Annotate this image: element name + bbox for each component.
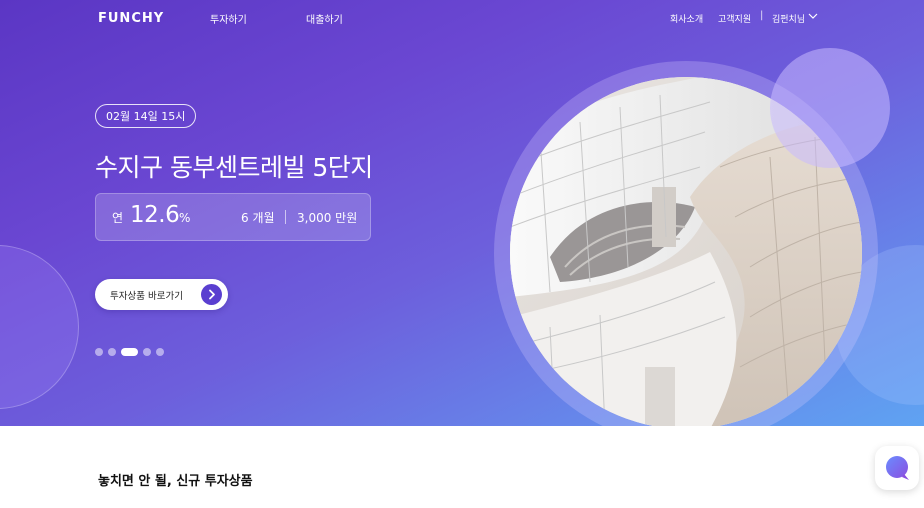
rate-label: 연 bbox=[112, 211, 124, 225]
top-nav: FUNCHY 투자하기 대출하기 회사소개 고객지원 | 김펀치님 bbox=[0, 0, 924, 36]
info-divider bbox=[285, 210, 286, 224]
nav-loan[interactable]: 대출하기 bbox=[306, 11, 343, 26]
decorative-circle-left bbox=[0, 245, 79, 409]
carousel-dot[interactable] bbox=[95, 348, 103, 356]
carousel-dot[interactable] bbox=[143, 348, 151, 356]
product-title: 수지구 동부센트레빌 5단지 bbox=[95, 153, 373, 182]
period: 6 개월 bbox=[241, 211, 275, 225]
rate-unit: % bbox=[179, 211, 191, 225]
carousel-dot-active[interactable] bbox=[121, 348, 138, 356]
chevron-down-icon[interactable] bbox=[808, 12, 818, 20]
nav-company[interactable]: 회사소개 bbox=[670, 12, 703, 25]
amount: 3,000 만원 bbox=[297, 211, 358, 225]
rate-value: 12.6 bbox=[130, 202, 180, 228]
carousel-dot[interactable] bbox=[108, 348, 116, 356]
nav-support[interactable]: 고객지원 bbox=[718, 12, 751, 25]
decorative-circle-top-right bbox=[770, 48, 890, 168]
chat-button[interactable] bbox=[875, 446, 919, 490]
chat-icon bbox=[886, 456, 909, 480]
arrow-right-icon bbox=[201, 284, 222, 305]
go-to-product-button[interactable]: 투자상품 바로가기 bbox=[95, 279, 228, 310]
carousel-dot[interactable] bbox=[156, 348, 164, 356]
logo[interactable]: FUNCHY bbox=[98, 11, 164, 26]
date-badge: 02월 14일 15시 bbox=[95, 104, 197, 128]
cta-label: 투자상품 바로가기 bbox=[110, 291, 183, 302]
hero-banner: FUNCHY 투자하기 대출하기 회사소개 고객지원 | 김펀치님 02월 14… bbox=[0, 0, 924, 426]
nav-separator: | bbox=[760, 10, 764, 21]
nav-invest[interactable]: 투자하기 bbox=[210, 11, 247, 26]
product-info-box: 연 12.6 % 6 개월 3,000 만원 bbox=[95, 193, 371, 241]
user-menu[interactable]: 김펀치님 bbox=[772, 12, 805, 25]
section-title: 놓치면 안 될, 신규 투자상품 bbox=[98, 474, 253, 489]
